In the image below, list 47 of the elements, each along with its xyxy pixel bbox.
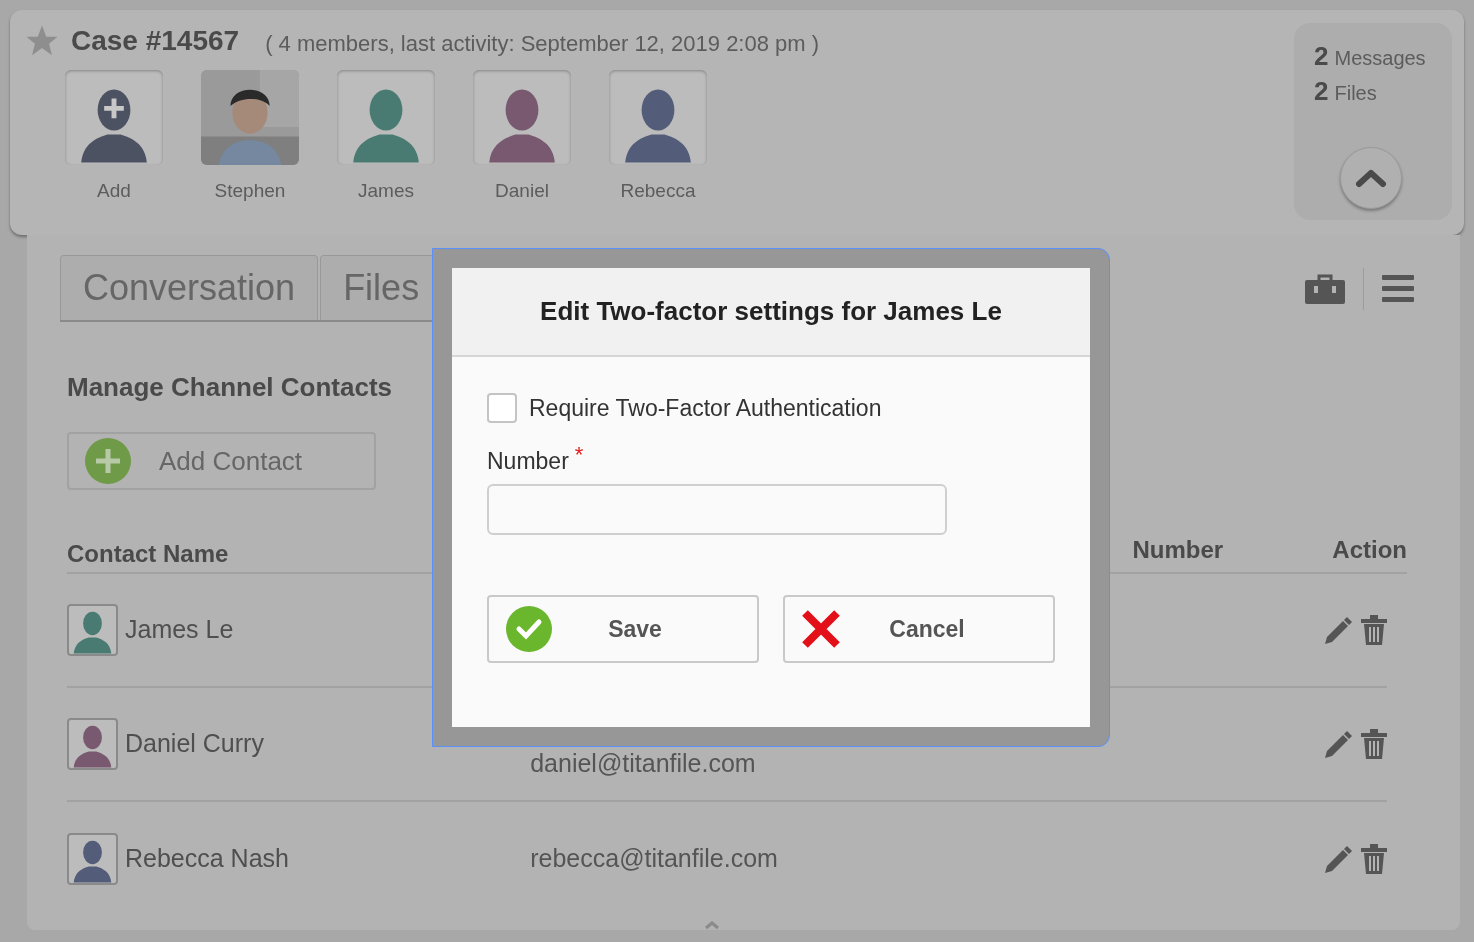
pencil-icon[interactable] — [1323, 615, 1353, 645]
column-header: Action — [1332, 535, 1407, 565]
trash-icon[interactable] — [1361, 729, 1387, 759]
cancel-button[interactable]: Cancel — [783, 595, 1055, 663]
column-header: Contact Name — [67, 539, 230, 569]
checkbox[interactable] — [487, 393, 517, 424]
contact-email: rebecca@titanfile.com — [530, 843, 779, 875]
case-summary: ( 4 members, last activity: September 12, 2019 2:08 pm ) — [265, 29, 820, 58]
column-header: Number — [1132, 535, 1225, 565]
collapse-button[interactable] — [1340, 147, 1402, 209]
plus-icon — [85, 438, 131, 484]
stat-label: Files — [1334, 81, 1377, 106]
save-button[interactable]: Save — [487, 595, 759, 663]
stat-label: Messages — [1334, 46, 1426, 71]
contact-name: Daniel Curry — [125, 728, 265, 760]
stat-count: 2 — [1314, 75, 1329, 108]
required-mark: * — [574, 440, 584, 469]
checkmark-icon — [505, 605, 553, 653]
checkbox-label: Require Two-Factor Authentication — [529, 394, 882, 423]
contact-email: daniel@titanfile.com — [530, 748, 757, 780]
field-label: Number — [487, 446, 569, 476]
dialog-title: Edit Two-factor settings for James Le — [540, 295, 1002, 328]
member-avatar[interactable] — [65, 70, 163, 165]
toolbox-icon[interactable] — [1305, 274, 1345, 304]
member-name: Daniel — [495, 179, 549, 203]
member-avatar[interactable] — [473, 70, 571, 165]
trash-icon[interactable] — [1361, 615, 1387, 645]
member-name: Rebecca — [620, 179, 696, 203]
member-name: Add — [97, 179, 131, 203]
pencil-icon[interactable] — [1323, 844, 1353, 874]
add-contact-button[interactable]: Add Contact — [67, 432, 376, 490]
member-avatar[interactable] — [337, 70, 435, 165]
tab[interactable]: Conversation — [60, 255, 319, 320]
contact-name: Rebecca Nash — [125, 843, 290, 875]
trash-icon[interactable] — [1361, 844, 1387, 874]
member-name: James — [358, 179, 414, 203]
member-name: Stephen — [214, 179, 286, 203]
member-avatar[interactable] — [609, 70, 707, 165]
star-icon[interactable] — [25, 24, 59, 58]
chevron-up-icon — [1355, 168, 1387, 188]
close-icon — [801, 609, 841, 649]
case-title: Case #14567 — [71, 24, 240, 58]
pencil-icon[interactable] — [1323, 729, 1353, 759]
number-field[interactable] — [487, 484, 947, 535]
menu-icon[interactable] — [1382, 275, 1414, 303]
stat-count: 2 — [1314, 40, 1329, 73]
contact-name: James Le — [125, 614, 235, 646]
